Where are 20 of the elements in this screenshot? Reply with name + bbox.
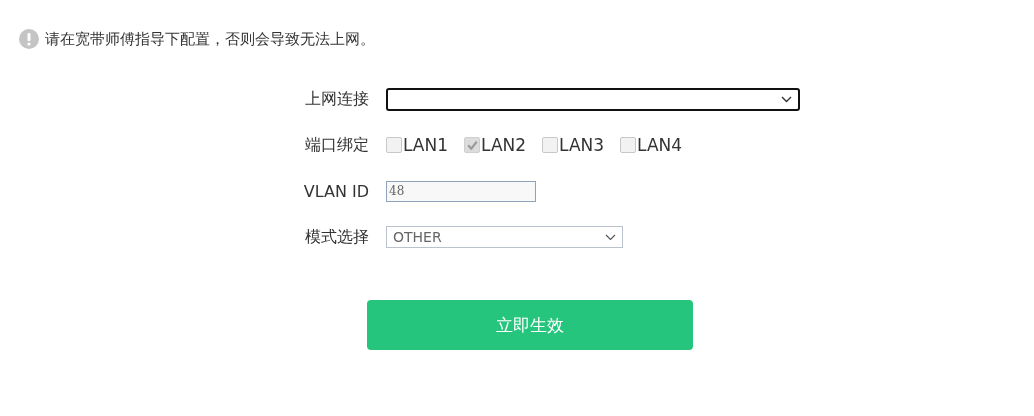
checkbox-label: LAN1 [403, 135, 449, 155]
checkbox-label: LAN3 [559, 135, 605, 155]
field-label: VLAN ID [302, 181, 370, 201]
checkbox[interactable] [620, 137, 637, 153]
checkbox[interactable] [464, 137, 481, 153]
mode-select[interactable]: OTHER [386, 226, 623, 248]
warning-icon [19, 29, 39, 49]
checkbox[interactable] [542, 137, 559, 153]
vlan-id-field[interactable]: 48 [386, 180, 536, 202]
field-label: 模式选择 [304, 226, 370, 248]
notice-text: 请在宽带师傅指导下配置，否则会导致无法上网。 [45, 29, 375, 49]
caret-icon [781, 95, 792, 103]
field-label: 上网连接 [304, 88, 370, 110]
caret-icon [605, 233, 616, 241]
checkbox-label: LAN2 [481, 135, 527, 155]
checkbox-label: LAN4 [637, 135, 683, 155]
field-label: 端口绑定 [304, 134, 370, 156]
checkbox[interactable] [386, 137, 402, 153]
connection-select[interactable] [386, 87, 800, 111]
checkmark-icon [466, 140, 478, 150]
